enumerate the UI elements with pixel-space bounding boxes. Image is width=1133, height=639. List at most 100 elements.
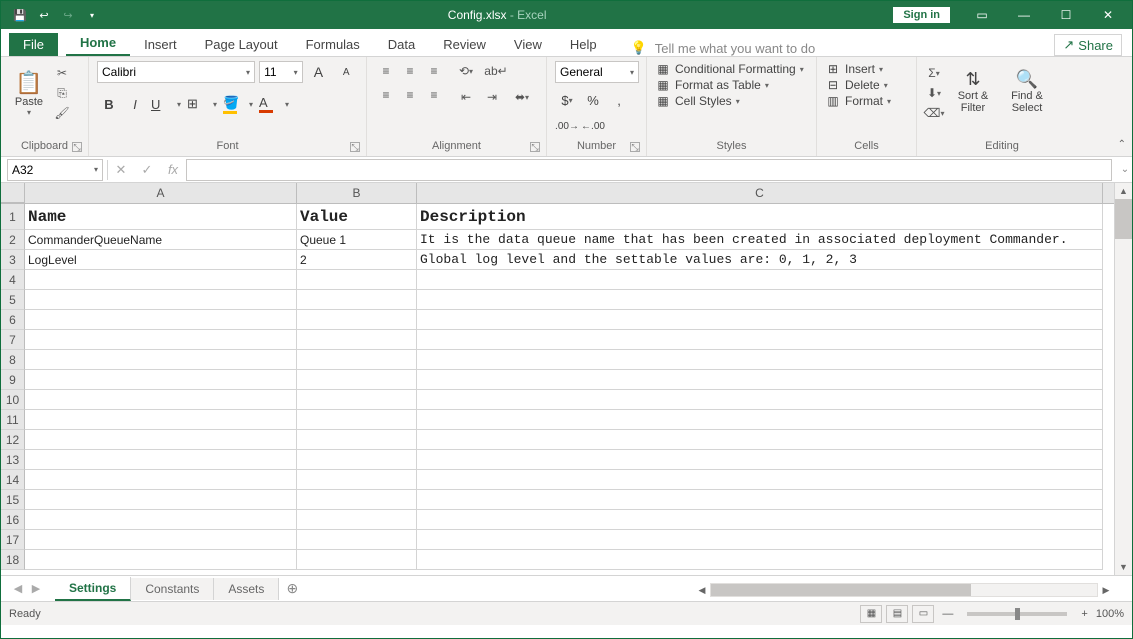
font-size-select[interactable]: 11▾ <box>259 61 303 83</box>
sign-in-button[interactable]: Sign in <box>893 7 950 23</box>
cell[interactable] <box>417 530 1103 550</box>
autosum-icon[interactable]: Σ▾ <box>925 65 943 81</box>
cell[interactable]: 2 <box>297 250 417 270</box>
delete-cells-button[interactable]: ⊟Delete▾ <box>825 77 908 93</box>
page-layout-view-icon[interactable]: ▤ <box>886 605 908 623</box>
cell[interactable]: It is the data queue name that has been … <box>417 230 1103 250</box>
cell[interactable] <box>25 350 297 370</box>
cell[interactable] <box>417 510 1103 530</box>
row-header[interactable]: 4 <box>1 270 25 290</box>
conditional-formatting-button[interactable]: ▦Conditional Formatting▾ <box>655 61 808 77</box>
font-name-select[interactable]: Calibri▾ <box>97 61 255 83</box>
dialog-launcher-icon[interactable]: ⤡ <box>630 142 640 152</box>
accounting-format-icon[interactable]: $▾ <box>555 89 579 111</box>
dialog-launcher-icon[interactable]: ⤡ <box>72 142 82 152</box>
maximize-button[interactable]: ☐ <box>1046 3 1086 27</box>
number-format-select[interactable]: General▾ <box>555 61 639 83</box>
cell[interactable] <box>25 530 297 550</box>
row-header[interactable]: 18 <box>1 550 25 570</box>
align-middle-icon[interactable]: ≡ <box>399 61 421 81</box>
column-header[interactable]: A <box>25 183 297 203</box>
cell[interactable] <box>25 310 297 330</box>
cell[interactable] <box>25 270 297 290</box>
row-header[interactable]: 8 <box>1 350 25 370</box>
cell[interactable] <box>297 310 417 330</box>
zoom-thumb[interactable] <box>1015 608 1020 620</box>
collapse-ribbon-icon[interactable]: ⌃ <box>1118 139 1126 150</box>
scroll-left-icon[interactable]: ◀ <box>694 585 710 596</box>
copy-icon[interactable]: ⎘ <box>53 85 71 101</box>
tab-page-layout[interactable]: Page Layout <box>191 33 292 56</box>
grow-font-icon[interactable]: A <box>307 61 331 83</box>
cell[interactable]: Name <box>25 204 297 230</box>
align-center-icon[interactable]: ≡ <box>399 85 421 105</box>
row-header[interactable]: 5 <box>1 290 25 310</box>
cell[interactable] <box>25 510 297 530</box>
cell[interactable] <box>417 310 1103 330</box>
fill-icon[interactable]: ⬇▾ <box>925 85 943 101</box>
enter-formula-icon[interactable]: ✓ <box>134 162 160 178</box>
cell[interactable] <box>25 410 297 430</box>
scroll-track[interactable] <box>1115 199 1132 559</box>
tab-data[interactable]: Data <box>374 33 429 56</box>
dialog-launcher-icon[interactable]: ⤡ <box>350 142 360 152</box>
sheet-tab-constants[interactable]: Constants <box>131 578 214 600</box>
cell[interactable] <box>417 410 1103 430</box>
cell[interactable] <box>297 530 417 550</box>
format-painter-icon[interactable]: 🖌 <box>53 105 71 121</box>
tab-insert[interactable]: Insert <box>130 33 191 56</box>
cell[interactable] <box>417 350 1103 370</box>
cell[interactable] <box>417 390 1103 410</box>
hscroll-track[interactable] <box>710 583 1098 597</box>
scroll-down-icon[interactable]: ▼ <box>1115 559 1132 575</box>
align-top-icon[interactable]: ≡ <box>375 61 397 81</box>
increase-decimal-icon[interactable]: .00→ <box>555 115 579 137</box>
cell[interactable] <box>297 450 417 470</box>
cell[interactable] <box>297 350 417 370</box>
scroll-right-icon[interactable]: ▶ <box>1098 585 1114 596</box>
column-header[interactable]: C <box>417 183 1103 203</box>
row-header[interactable]: 9 <box>1 370 25 390</box>
format-cells-button[interactable]: ▥Format▾ <box>825 93 908 109</box>
cell[interactable]: Description <box>417 204 1103 230</box>
cell[interactable] <box>417 550 1103 570</box>
cell[interactable]: Value <box>297 204 417 230</box>
align-right-icon[interactable]: ≡ <box>423 85 445 105</box>
cell[interactable] <box>417 490 1103 510</box>
wrap-text-button[interactable]: ab↵ <box>481 61 511 81</box>
cell[interactable] <box>297 270 417 290</box>
cell[interactable] <box>417 430 1103 450</box>
file-tab[interactable]: File <box>9 33 58 56</box>
row-header[interactable]: 17 <box>1 530 25 550</box>
tab-home[interactable]: Home <box>66 31 130 56</box>
cell[interactable] <box>25 370 297 390</box>
cell[interactable] <box>417 370 1103 390</box>
minimize-button[interactable]: — <box>1004 3 1044 27</box>
zoom-level[interactable]: 100% <box>1096 608 1124 620</box>
cell[interactable] <box>297 370 417 390</box>
align-left-icon[interactable]: ≡ <box>375 85 397 105</box>
cell[interactable] <box>25 290 297 310</box>
redo-icon[interactable]: ↪ <box>59 6 77 24</box>
cell[interactable] <box>297 550 417 570</box>
font-color-button[interactable]: A▾ <box>257 93 291 115</box>
expand-formula-bar-icon[interactable]: ⌄ <box>1118 164 1132 175</box>
normal-view-icon[interactable]: ▦ <box>860 605 882 623</box>
row-header[interactable]: 13 <box>1 450 25 470</box>
paste-button[interactable]: 📋 Paste ▾ <box>9 61 49 121</box>
row-header[interactable]: 1 <box>1 204 25 230</box>
cell[interactable] <box>417 290 1103 310</box>
cell[interactable] <box>417 470 1103 490</box>
select-all-corner[interactable] <box>1 183 25 203</box>
sheet-tab-assets[interactable]: Assets <box>214 578 279 600</box>
zoom-slider[interactable] <box>967 612 1067 616</box>
sheet-nav-next-icon[interactable]: ▶ <box>27 582 45 595</box>
column-header[interactable]: B <box>297 183 417 203</box>
cell[interactable]: Global log level and the settable values… <box>417 250 1103 270</box>
cell[interactable] <box>297 470 417 490</box>
sheet-nav-prev-icon[interactable]: ◀ <box>9 582 27 595</box>
close-button[interactable]: ✕ <box>1088 3 1128 27</box>
cell[interactable] <box>297 290 417 310</box>
increase-indent-icon[interactable]: ⇥ <box>481 87 503 107</box>
row-header[interactable]: 15 <box>1 490 25 510</box>
